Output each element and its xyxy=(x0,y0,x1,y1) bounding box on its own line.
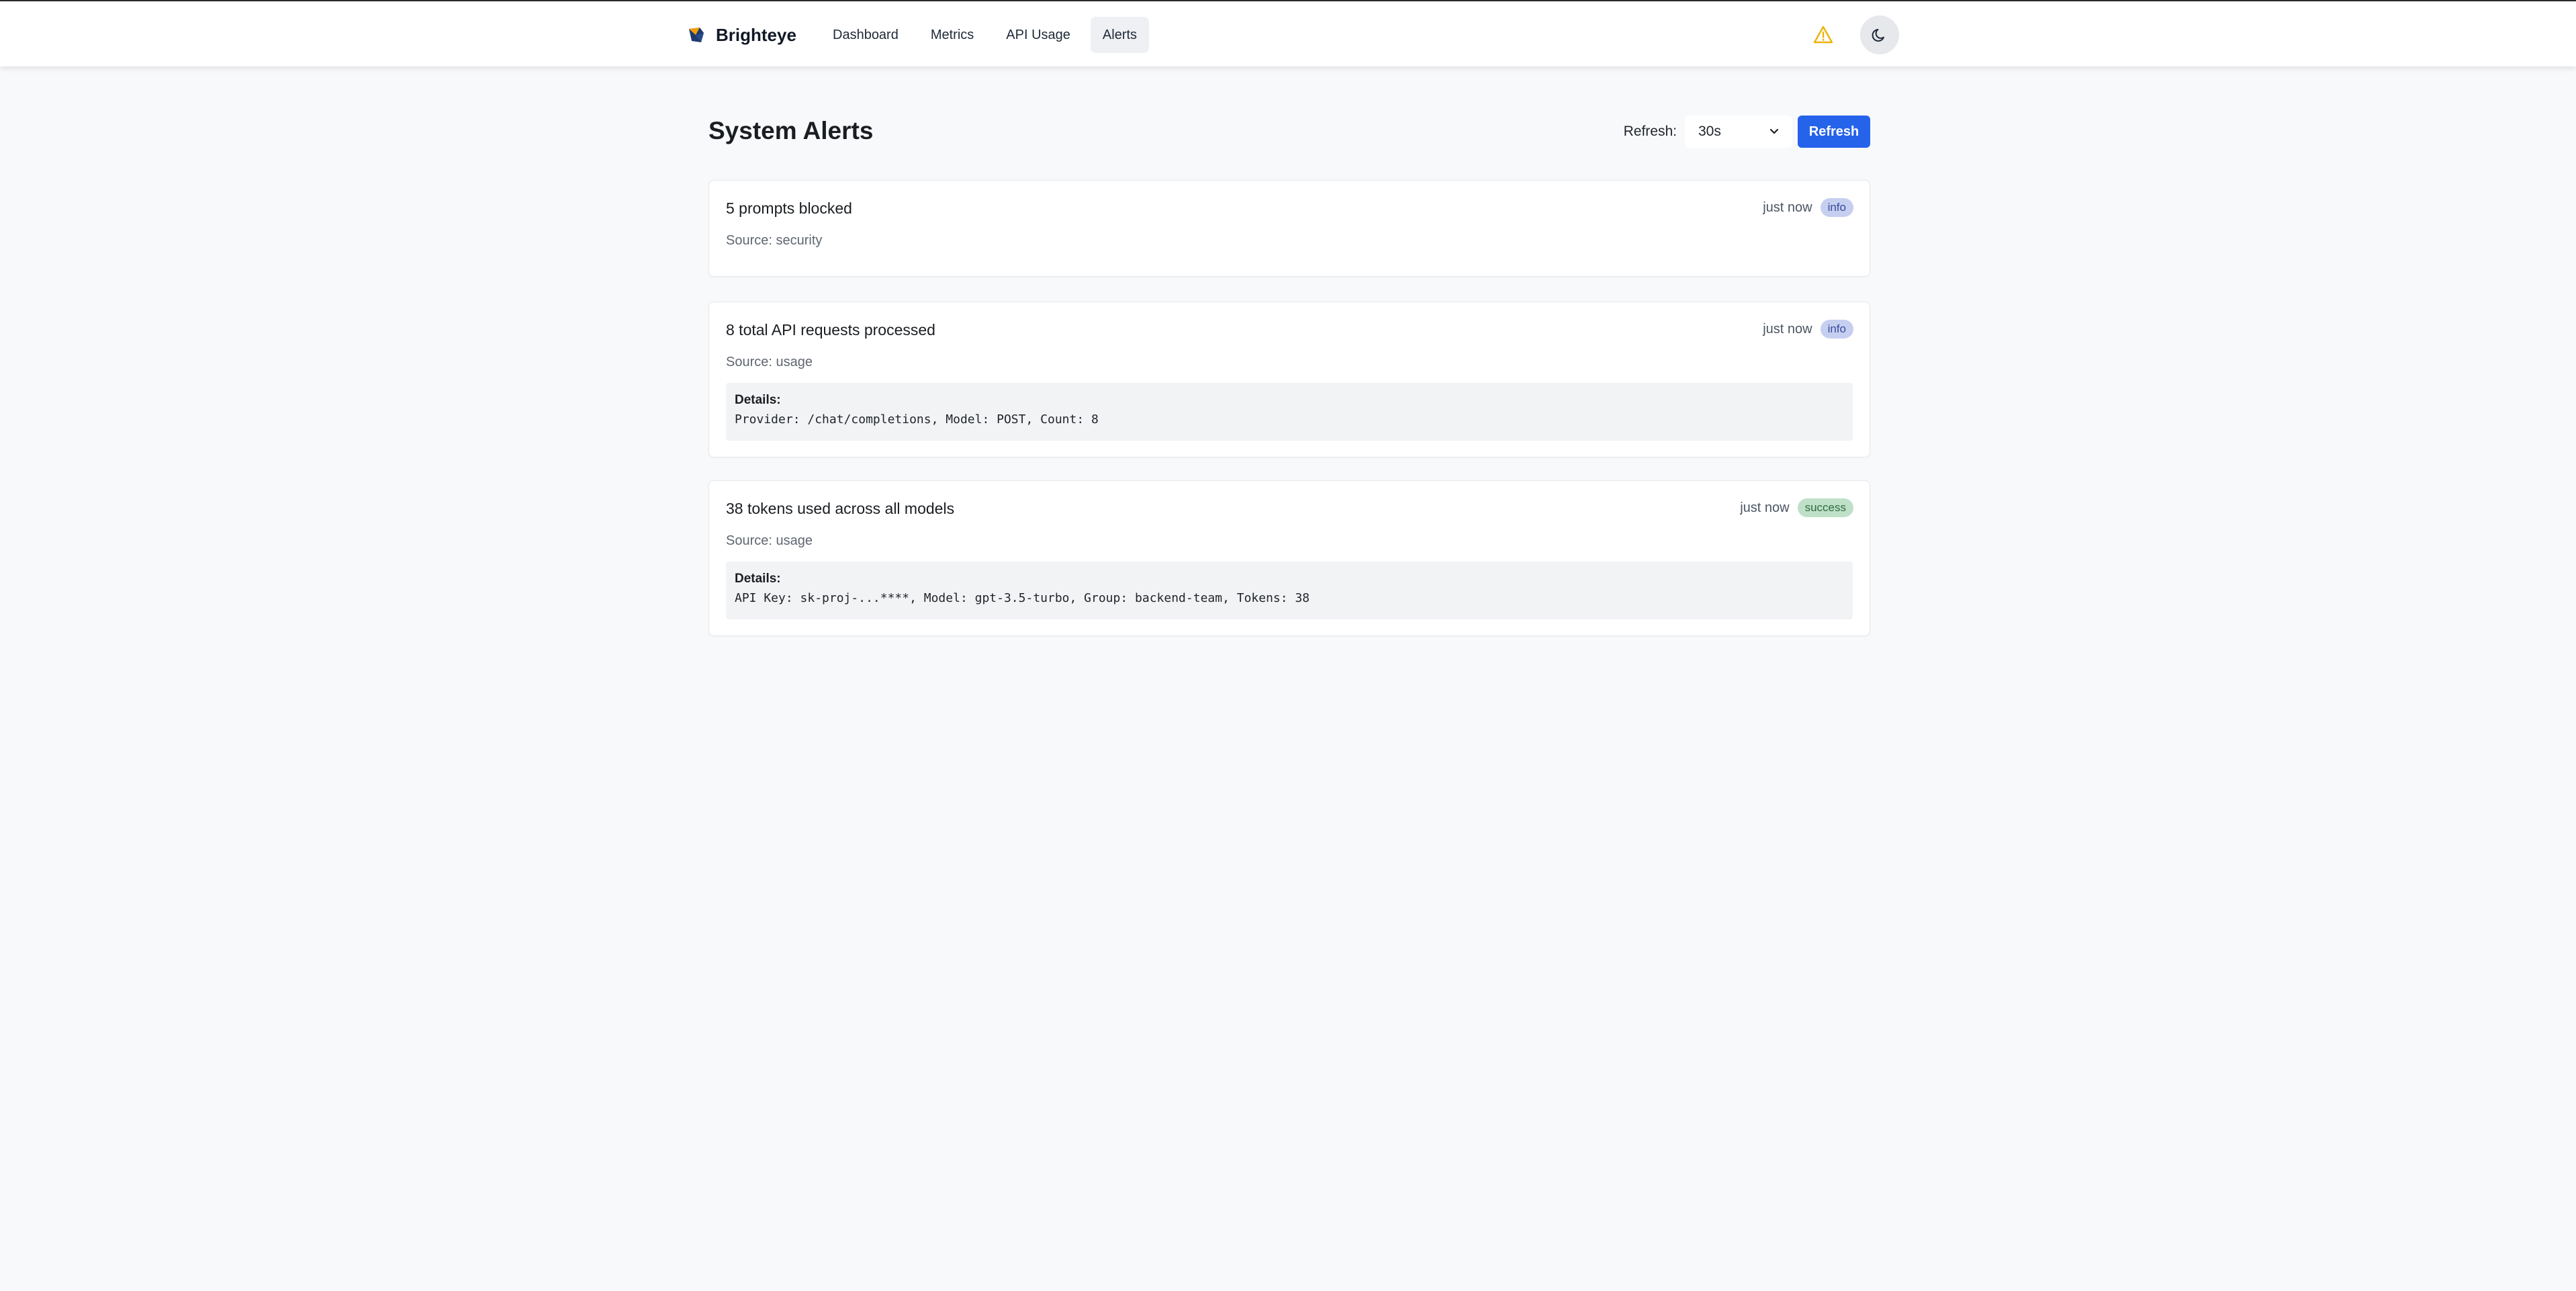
alert-card: 8 total API requests processed just now … xyxy=(708,302,1870,457)
nav-metrics[interactable]: Metrics xyxy=(919,17,986,53)
brighteye-logo-icon xyxy=(689,28,704,42)
moon-icon xyxy=(1872,29,1884,42)
brand[interactable]: Brighteye xyxy=(688,21,796,48)
alerts-indicator[interactable] xyxy=(1813,25,1833,45)
chevron-down-icon xyxy=(1769,128,1779,134)
refresh-interval-select[interactable]: 30s xyxy=(1685,116,1792,148)
alert-details: Details: Provider: /chat/completions, Mo… xyxy=(726,383,1853,441)
alert-card: 38 tokens used across all models just no… xyxy=(708,480,1870,636)
alert-title: 5 prompts blocked xyxy=(726,199,852,217)
details-text: Provider: /chat/completions, Model: POST… xyxy=(735,412,1099,427)
details-label: Details: xyxy=(735,572,781,586)
alert-meta: just now info xyxy=(1763,198,1853,217)
top-actions xyxy=(1813,15,1899,55)
theme-toggle-button[interactable] xyxy=(1860,15,1899,54)
alert-source: Source: usage xyxy=(726,533,813,548)
alert-meta: just now info xyxy=(1763,320,1853,339)
alert-source: Source: usage xyxy=(726,355,813,369)
details-label: Details: xyxy=(735,393,781,407)
refresh-controls: Refresh: 30s Refresh xyxy=(1624,116,1870,148)
details-text: API Key: sk-proj-...****, Model: gpt-3.5… xyxy=(735,591,1310,605)
main-nav: Dashboard Metrics API Usage Alerts xyxy=(821,16,1150,54)
refresh-interval-value: 30s xyxy=(1698,124,1721,139)
page-header: System Alerts Refresh: 30s Refresh xyxy=(708,107,1870,156)
main-content: System Alerts Refresh: 30s Refresh 5 pro… xyxy=(708,107,1870,636)
refresh-label: Refresh: xyxy=(1623,124,1677,139)
nav-alerts[interactable]: Alerts xyxy=(1090,17,1150,53)
alert-details: Details: API Key: sk-proj-...****, Model… xyxy=(726,562,1853,619)
nav-api-usage[interactable]: API Usage xyxy=(994,17,1083,53)
alert-title: 8 total API requests processed xyxy=(726,321,935,339)
alert-time: just now xyxy=(1740,500,1790,515)
alert-time: just now xyxy=(1763,321,1812,337)
severity-badge: info xyxy=(1820,198,1853,217)
brand-name: Brighteye xyxy=(716,24,796,45)
alert-title: 38 tokens used across all models xyxy=(726,500,955,517)
warning-triangle-icon xyxy=(1813,26,1833,44)
severity-badge: success xyxy=(1797,498,1853,517)
alert-time: just now xyxy=(1763,199,1812,215)
top-navbar: Brighteye Dashboard Metrics API Usage Al… xyxy=(0,0,2576,66)
severity-badge: info xyxy=(1820,320,1853,339)
nav-dashboard[interactable]: Dashboard xyxy=(821,17,911,53)
refresh-button[interactable]: Refresh xyxy=(1798,116,1870,148)
page-title: System Alerts xyxy=(708,117,874,144)
alert-meta: just now success xyxy=(1740,498,1853,517)
alert-source: Source: security xyxy=(726,233,823,248)
alert-card: 5 prompts blocked just now info Source: … xyxy=(708,180,1870,277)
